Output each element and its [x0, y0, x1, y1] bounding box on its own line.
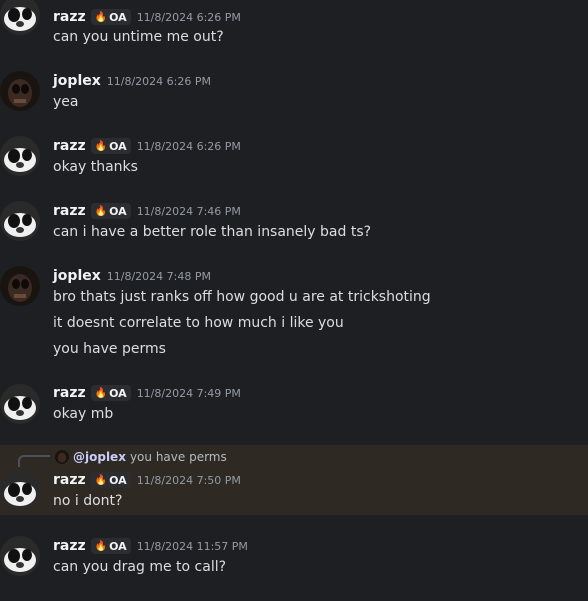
message-text: okay mb [53, 406, 114, 422]
server-tag[interactable]: 🔥 OA [90, 9, 131, 25]
avatar[interactable] [0, 201, 40, 241]
username[interactable]: razz [53, 9, 86, 25]
server-tag[interactable]: 🔥 OA [90, 538, 131, 554]
timestamp: 11/8/2024 6:26 PM [136, 139, 241, 153]
message-text: can i have a better role than insanely b… [53, 224, 372, 240]
server-tag[interactable]: 🔥 OA [90, 385, 131, 401]
timestamp: 11/8/2024 11:57 PM [136, 539, 248, 553]
fire-icon: 🔥 [94, 11, 108, 23]
reply-avatar [55, 450, 69, 464]
timestamp: 11/8/2024 6:26 PM [136, 10, 241, 24]
message-text: bro thats just ranks off how good u are … [53, 289, 431, 305]
message-text: can you drag me to call? [53, 559, 227, 575]
message-text: can you untime me out? [53, 29, 224, 45]
username[interactable]: razz [53, 385, 86, 401]
timestamp: 11/8/2024 7:49 PM [136, 386, 241, 400]
server-tag[interactable]: 🔥 OA [90, 472, 131, 488]
avatar[interactable] [0, 470, 40, 510]
timestamp: 11/8/2024 6:26 PM [106, 74, 211, 88]
username[interactable]: razz [53, 538, 86, 554]
message-text: no i dont? [53, 493, 123, 509]
avatar[interactable] [0, 136, 40, 176]
reply-spine [18, 455, 50, 467]
timestamp: 11/8/2024 7:46 PM [136, 204, 241, 218]
avatar[interactable] [0, 536, 40, 576]
fire-icon: 🔥 [94, 540, 108, 552]
fire-icon: 🔥 [94, 387, 108, 399]
message-text: it doesnt correlate to how much i like y… [53, 315, 344, 331]
fire-icon: 🔥 [94, 474, 108, 486]
fire-icon: 🔥 [94, 140, 108, 152]
avatar[interactable] [0, 266, 40, 306]
avatar[interactable] [0, 71, 40, 111]
reply-mention[interactable]: @joplex [73, 450, 126, 464]
avatar[interactable] [0, 384, 40, 424]
message-text: yea [53, 94, 79, 110]
server-tag[interactable]: 🔥 OA [90, 203, 131, 219]
reply-reference[interactable]: @joplex you have perms [55, 449, 227, 465]
username[interactable]: joplex [53, 268, 101, 284]
message-text: you have perms [53, 341, 166, 357]
server-tag[interactable]: 🔥 OA [90, 138, 131, 154]
reply-text: you have perms [129, 450, 227, 464]
username[interactable]: joplex [53, 73, 101, 89]
timestamp: 11/8/2024 7:48 PM [106, 269, 211, 283]
username[interactable]: razz [53, 472, 86, 488]
message-text: okay thanks [53, 159, 138, 175]
timestamp: 11/8/2024 7:50 PM [136, 473, 241, 487]
username[interactable]: razz [53, 138, 86, 154]
avatar[interactable] [0, 0, 40, 35]
username[interactable]: razz [53, 203, 86, 219]
fire-icon: 🔥 [94, 205, 108, 217]
